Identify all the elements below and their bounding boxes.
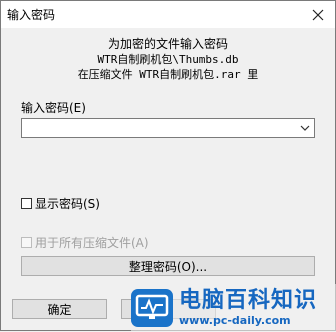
use-for-all-label: 用于所有压缩文件(A) xyxy=(35,236,149,250)
chevron-down-icon[interactable] xyxy=(300,124,310,132)
ok-button[interactable]: 确定 xyxy=(12,299,107,319)
monitor-logo-icon xyxy=(131,289,173,327)
site-watermark: 电脑百科知识 www.pc-daily.com xyxy=(131,284,336,332)
window-title: 输入密码 xyxy=(7,8,56,22)
manage-passwords-button[interactable]: 整理密码(O)... xyxy=(21,256,315,276)
info-line-3: 在压缩文件 WTR自制刷机包.rar 里 xyxy=(77,68,259,81)
password-label: 输入密码(E) xyxy=(21,101,86,115)
watermark-url: www.pc-daily.com xyxy=(179,314,291,327)
password-dialog: 输入密码 为加密的文件输入密码 WTR自制刷机包\Thumbs.db 在压缩文件… xyxy=(0,0,336,332)
watermark-title: 电脑百科知识 xyxy=(179,288,318,313)
title-bar: 输入密码 xyxy=(1,1,335,28)
close-button[interactable] xyxy=(301,1,335,28)
show-password-checkbox[interactable]: 显示密码(S) xyxy=(21,195,100,212)
checkbox-box[interactable] xyxy=(21,237,32,248)
checkbox-box[interactable] xyxy=(21,198,32,209)
close-icon xyxy=(312,9,324,20)
show-password-label: 显示密码(S) xyxy=(35,197,100,211)
use-for-all-archives-checkbox[interactable]: 用于所有压缩文件(A) xyxy=(21,234,149,251)
info-line-1: 为加密的文件输入密码 xyxy=(107,37,228,51)
info-line-2: WTR自制刷机包\Thumbs.db xyxy=(97,53,239,66)
password-combobox[interactable] xyxy=(21,118,315,138)
archive-info: 为加密的文件输入密码 WTR自制刷机包\Thumbs.db 在压缩文件 WTR自… xyxy=(1,37,335,82)
